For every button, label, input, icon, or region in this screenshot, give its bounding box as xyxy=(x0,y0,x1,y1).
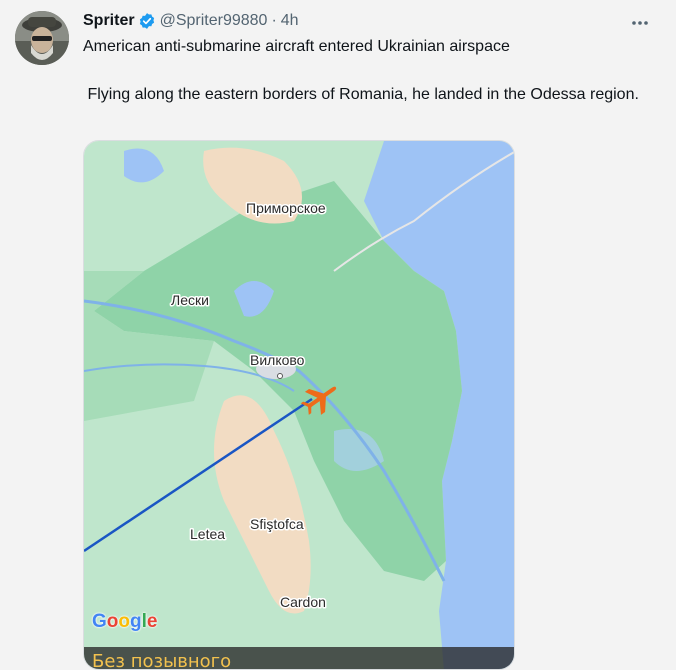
tweet-text-line-1: American anti-submarine aircraft entered… xyxy=(83,38,510,55)
map-label-primorskoe: Приморское xyxy=(246,200,326,216)
map-label-cardon: Cardon xyxy=(280,594,326,610)
map-caption-text: Без позывного xyxy=(92,651,232,669)
map-label-sfistofca: Sfiştofca xyxy=(250,516,304,532)
tweet-text: American anti-submarine aircraft entered… xyxy=(83,36,653,106)
timestamp[interactable]: 4h xyxy=(281,12,299,30)
author-name[interactable]: Spriter xyxy=(83,12,135,30)
separator-dot: · xyxy=(271,12,277,29)
map-label-leski: Лески xyxy=(171,292,209,308)
tweet-media-map[interactable]: Приморское Лески Вилково Letea Sfiştofca… xyxy=(83,140,515,670)
tweet-header: Spriter @Spriter99880 · 4h xyxy=(83,10,299,32)
map-caption-overlay: Без позывного xyxy=(84,647,514,669)
avatar[interactable] xyxy=(15,11,69,65)
google-logo: Google xyxy=(92,611,158,632)
author-handle[interactable]: @Spriter99880 xyxy=(160,12,268,30)
verified-badge-icon xyxy=(139,13,154,29)
more-options-icon[interactable] xyxy=(627,10,653,36)
map-label-vilkovo: Вилково xyxy=(250,352,305,368)
tweet-card[interactable]: Spriter @Spriter99880 · 4h American anti… xyxy=(0,0,676,670)
map-label-letea: Letea xyxy=(190,526,225,542)
map-image: Приморское Лески Вилково Letea Sfiştofca… xyxy=(84,141,514,669)
tweet-text-line-2: Flying along the eastern borders of Roma… xyxy=(83,86,639,103)
